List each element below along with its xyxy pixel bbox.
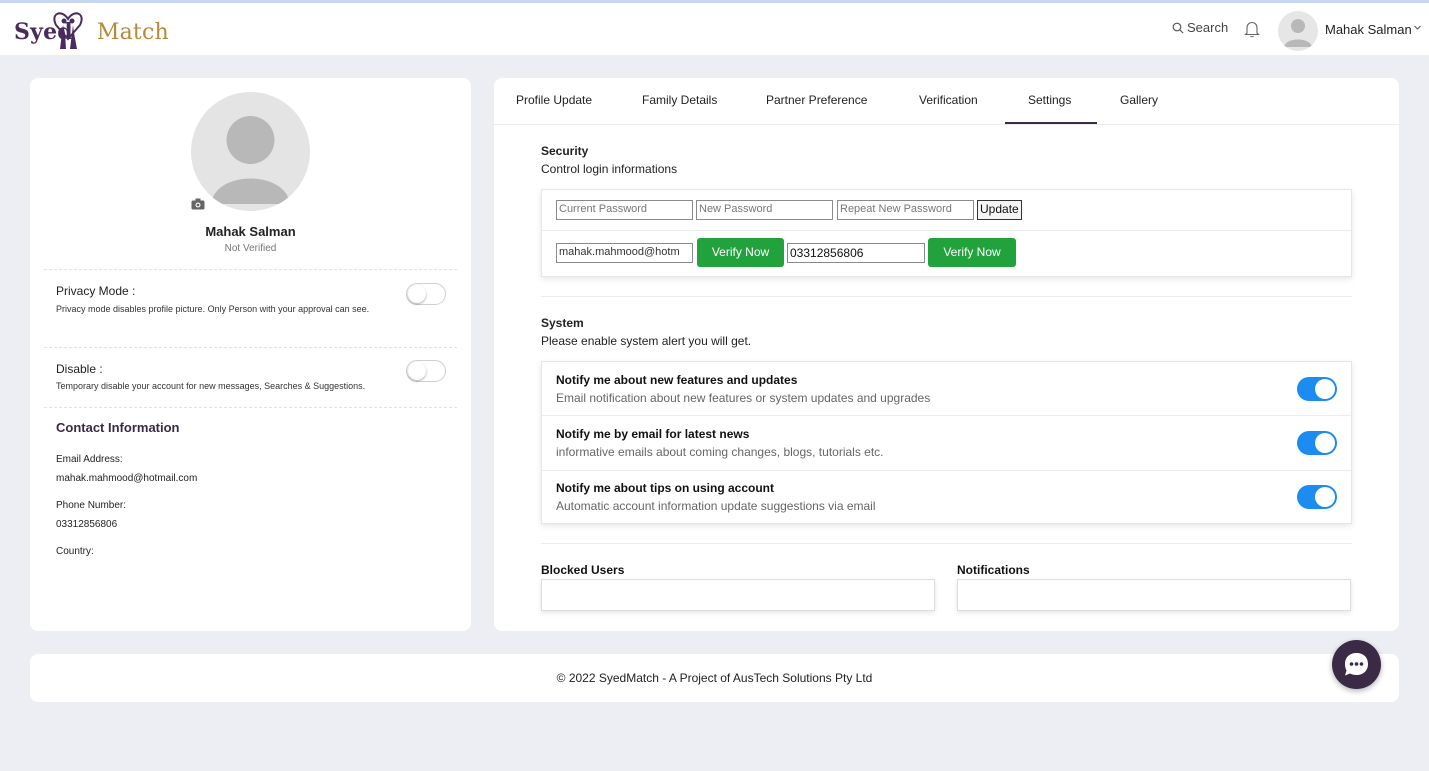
verify-email-button[interactable]: Verify Now xyxy=(697,238,784,267)
search-icon xyxy=(1172,22,1184,33)
notify-news-title: Notify me by email for latest news xyxy=(556,427,750,441)
system-title: System xyxy=(541,316,584,330)
disable-account-toggle[interactable] xyxy=(406,360,446,382)
active-tab-indicator xyxy=(1005,122,1097,124)
security-subtitle: Control login informations xyxy=(541,162,678,176)
tab-verification[interactable]: Verification xyxy=(919,93,978,107)
verification-status: Not Verified xyxy=(224,243,277,254)
phone-label: Phone Number: xyxy=(56,500,127,511)
blocked-users-box xyxy=(541,579,935,611)
privacy-mode-title: Privacy Mode : xyxy=(56,284,136,298)
phone-verify-input[interactable]: 03312856806 xyxy=(787,243,925,263)
tab-profile-update[interactable]: Profile Update xyxy=(516,93,592,107)
row-divider xyxy=(542,415,1351,416)
privacy-mode-desc: Privacy mode disables profile picture. O… xyxy=(56,304,370,314)
notifications-box xyxy=(957,579,1351,611)
divider xyxy=(44,407,457,408)
chat-button[interactable] xyxy=(1332,640,1381,689)
disable-desc: Temporary disable your account for new m… xyxy=(56,381,366,391)
current-password-input[interactable]: Current Password xyxy=(556,200,693,220)
footer: © 2022 SyedMatch - A Project of AusTech … xyxy=(30,654,1399,702)
copyright-text: © 2022 SyedMatch - A Project of AusTech … xyxy=(556,671,873,685)
email-verify-input[interactable]: mahak.mahmood@hotm xyxy=(556,243,693,263)
notifications-title: Notifications xyxy=(957,563,1030,577)
chat-bubble-icon xyxy=(1345,653,1368,676)
profile-avatar[interactable] xyxy=(191,92,310,211)
divider xyxy=(44,347,457,348)
user-silhouette-icon xyxy=(211,116,290,204)
notify-features-title: Notify me about new features and updates xyxy=(556,373,798,387)
camera-icon[interactable] xyxy=(191,198,205,210)
user-name[interactable]: Mahak Salman xyxy=(1325,22,1412,37)
notify-news-desc: informative emails about coming changes,… xyxy=(556,445,884,459)
contact-info-title: Contact Information xyxy=(56,420,180,435)
verify-phone-button[interactable]: Verify Now xyxy=(928,238,1016,267)
top-navbar: Syed Match Search Mahak Salman xyxy=(0,3,1429,55)
country-label: Country: xyxy=(56,546,94,557)
row-divider xyxy=(542,230,1351,231)
tab-family-details[interactable]: Family Details xyxy=(642,93,717,107)
security-title: Security xyxy=(541,144,589,158)
row-divider xyxy=(542,470,1351,471)
notification-settings-panel: Notify me about new features and updates… xyxy=(541,361,1352,524)
section-divider xyxy=(541,296,1352,297)
user-avatar[interactable] xyxy=(1278,11,1318,51)
tab-partner-preference[interactable]: Partner Preference xyxy=(766,93,867,107)
section-divider xyxy=(541,543,1352,544)
tab-settings[interactable]: Settings xyxy=(1028,93,1071,107)
profile-card: Mahak Salman Not Verified Privacy Mode :… xyxy=(30,78,471,631)
privacy-mode-toggle[interactable] xyxy=(406,283,446,305)
notify-news-toggle[interactable] xyxy=(1297,431,1337,455)
tab-bar: Profile Update Family Details Partner Pr… xyxy=(494,78,1399,125)
email-label: Email Address: xyxy=(56,454,123,465)
tab-gallery[interactable]: Gallery xyxy=(1120,93,1158,107)
blocked-users-title: Blocked Users xyxy=(541,563,625,577)
notify-tips-toggle[interactable] xyxy=(1297,485,1337,509)
brand-wordmark: Syed Match xyxy=(14,19,169,45)
brand-logo[interactable]: Syed Match xyxy=(14,7,169,55)
notify-tips-desc: Automatic account information update sug… xyxy=(556,499,876,513)
system-subtitle: Please enable system alert you will get. xyxy=(541,334,752,348)
user-silhouette-icon xyxy=(1284,19,1312,47)
new-password-input[interactable]: New Password xyxy=(696,200,833,220)
repeat-password-input[interactable]: Repeat New Password xyxy=(837,200,974,220)
update-password-button[interactable]: Update xyxy=(977,200,1022,220)
search-label: Search xyxy=(1187,20,1229,35)
chevron-down-icon[interactable] xyxy=(1413,23,1422,32)
divider xyxy=(44,269,457,270)
notify-features-toggle[interactable] xyxy=(1297,377,1337,401)
phone-value: 03312856806 xyxy=(56,519,118,530)
settings-card: Profile Update Family Details Partner Pr… xyxy=(494,78,1399,631)
profile-name: Mahak Salman xyxy=(205,224,296,239)
search-link[interactable]: Search xyxy=(1172,20,1228,35)
disable-title: Disable : xyxy=(56,362,103,376)
notify-features-desc: Email notification about new features or… xyxy=(556,391,931,405)
bell-icon[interactable] xyxy=(1244,20,1260,38)
security-panel: Current Password New Password Repeat New… xyxy=(541,189,1352,277)
notify-tips-title: Notify me about tips on using account xyxy=(556,481,775,495)
email-value: mahak.mahmood@hotmail.com xyxy=(56,473,198,484)
